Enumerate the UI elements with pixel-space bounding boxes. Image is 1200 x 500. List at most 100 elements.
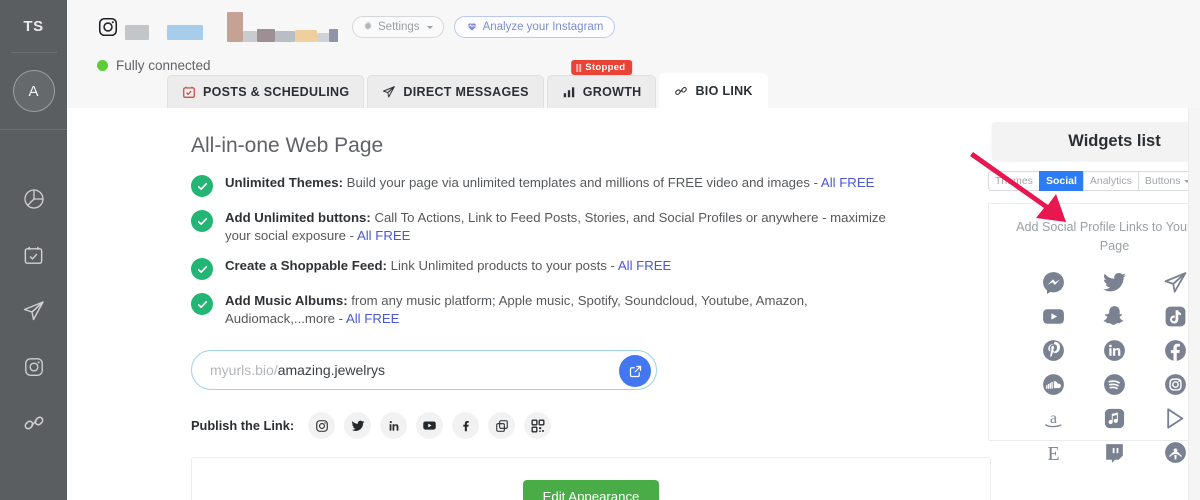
widget-tab-themes[interactable]: Themes bbox=[988, 171, 1039, 191]
all-free-link[interactable]: All FREE bbox=[357, 228, 411, 243]
link-chain-icon bbox=[674, 84, 688, 98]
feature-title: Create a Shoppable Feed: bbox=[225, 258, 387, 273]
apple-music-icon[interactable] bbox=[1102, 406, 1127, 431]
sidebar-divider-2 bbox=[0, 129, 67, 130]
social-icon-grid: a E bbox=[999, 270, 1200, 465]
tab-label: DIRECT MESSAGES bbox=[403, 85, 529, 99]
tab-label: BIO LINK bbox=[695, 84, 753, 98]
sidebar-item-bio-link[interactable] bbox=[17, 406, 51, 440]
heart-pulse-icon bbox=[466, 20, 478, 35]
page-right-edge bbox=[1188, 108, 1200, 500]
tab-label: GROWTH bbox=[582, 85, 642, 99]
check-circle-icon bbox=[191, 293, 213, 315]
feature-title: Add Unlimited buttons: bbox=[225, 210, 371, 225]
page-title: All-in-one Web Page bbox=[191, 134, 384, 157]
podcast-icon[interactable] bbox=[1163, 440, 1188, 465]
feature-text: Unlimited Themes: Build your page via un… bbox=[225, 174, 874, 192]
spotify-icon[interactable] bbox=[1102, 372, 1127, 397]
check-circle-icon bbox=[191, 175, 213, 197]
left-sidebar: TS A bbox=[0, 0, 67, 500]
badge-label: Stopped bbox=[585, 62, 626, 73]
publish-twitter-icon[interactable] bbox=[344, 412, 372, 439]
check-circle-icon bbox=[191, 210, 213, 232]
check-circle-icon bbox=[191, 258, 213, 280]
tab-posts-and-scheduling[interactable]: POSTS & SCHEDULING bbox=[167, 75, 365, 108]
edit-appearance-button[interactable]: Edit Appearance bbox=[522, 480, 660, 500]
main-area: Settings Analyze your Instagram Fully co… bbox=[67, 0, 1200, 500]
bio-link-panel: All-in-one Web Page Unlimited Themes: Bu… bbox=[67, 108, 991, 500]
content-card: All-in-one Web Page Unlimited Themes: Bu… bbox=[67, 108, 1200, 500]
avatar[interactable]: A bbox=[12, 70, 55, 112]
facebook-icon[interactable] bbox=[1163, 338, 1188, 363]
connection-status: Fully connected bbox=[97, 58, 1200, 73]
publish-youtube-icon[interactable] bbox=[416, 412, 444, 439]
redacted-block-group bbox=[227, 12, 338, 42]
youtube-icon[interactable] bbox=[1041, 304, 1066, 329]
tab-growth[interactable]: Stopped GROWTH bbox=[546, 60, 657, 108]
feature-text: Add Unlimited buttons: Call To Actions, … bbox=[225, 209, 902, 245]
svg-text:a: a bbox=[1050, 410, 1057, 427]
bar-chart-icon bbox=[562, 85, 576, 99]
publish-linkedin-icon[interactable] bbox=[380, 412, 408, 439]
widget-tab-analytics[interactable]: Analytics bbox=[1082, 171, 1138, 191]
all-free-link[interactable]: All FREE bbox=[821, 175, 875, 190]
widget-tab-social[interactable]: Social bbox=[1038, 171, 1083, 191]
main-tabs: POSTS & SCHEDULING DIRECT MESSAGES Stopp… bbox=[67, 60, 1200, 108]
open-link-button[interactable] bbox=[619, 355, 651, 387]
publish-qr-code-icon[interactable] bbox=[524, 412, 552, 439]
etsy-icon[interactable]: E bbox=[1041, 440, 1066, 465]
pinterest-icon[interactable] bbox=[1041, 338, 1066, 363]
google-play-icon[interactable] bbox=[1163, 406, 1188, 431]
sidebar-avatar-wrap: A bbox=[0, 53, 67, 129]
feature-body: Link Unlimited products to your posts - bbox=[386, 258, 618, 273]
widget-body: Add Social Profile Links to Your Bio Pag… bbox=[988, 203, 1200, 465]
bio-url-field[interactable]: myurls.bio/amazing.jewelrys bbox=[191, 350, 657, 390]
analyze-instagram-button[interactable]: Analyze your Instagram bbox=[453, 16, 616, 38]
sidebar-item-scheduling[interactable] bbox=[17, 238, 51, 272]
sidebar-brand[interactable]: TS bbox=[0, 0, 67, 52]
feature-row: Create a Shoppable Feed: Link Unlimited … bbox=[191, 257, 902, 280]
all-free-link[interactable]: All FREE bbox=[346, 311, 400, 326]
telegram-icon[interactable] bbox=[1163, 270, 1188, 295]
settings-button[interactable]: Settings bbox=[352, 16, 444, 38]
status-label: Fully connected bbox=[116, 58, 211, 73]
publish-label: Publish the Link: bbox=[191, 418, 295, 433]
twitter-icon[interactable] bbox=[1102, 270, 1127, 295]
publish-facebook-icon[interactable] bbox=[452, 412, 480, 439]
soundcloud-icon[interactable] bbox=[1041, 372, 1066, 397]
app-root: TS A Settings Analyze your Instagram Ful… bbox=[0, 0, 1200, 500]
widget-tab-label: Social bbox=[1045, 175, 1077, 187]
paper-plane-icon bbox=[382, 85, 396, 99]
amazon-icon[interactable]: a bbox=[1041, 406, 1066, 431]
redacted-block-2 bbox=[167, 24, 203, 40]
tiktok-icon[interactable] bbox=[1163, 304, 1188, 329]
publish-row: Publish the Link: bbox=[191, 412, 902, 439]
feature-row: Add Music Albums: from any music platfor… bbox=[191, 292, 902, 328]
status-badge: Stopped bbox=[570, 60, 633, 75]
tab-bio-link[interactable]: BIO LINK bbox=[659, 73, 768, 108]
sidebar-item-analytics[interactable] bbox=[17, 182, 51, 216]
sidebar-item-instagram[interactable] bbox=[17, 350, 51, 384]
instagram-icon[interactable] bbox=[1163, 372, 1188, 397]
feature-title: Add Music Albums: bbox=[225, 293, 348, 308]
sidebar-item-direct-messages[interactable] bbox=[17, 294, 51, 328]
sidebar-nav bbox=[0, 182, 67, 440]
pause-icon bbox=[575, 63, 582, 72]
tab-direct-messages[interactable]: DIRECT MESSAGES bbox=[367, 75, 544, 108]
feature-row: Add Unlimited buttons: Call To Actions, … bbox=[191, 209, 902, 245]
widget-tab-label: Buttons bbox=[1144, 175, 1181, 187]
publish-copy-icon[interactable] bbox=[488, 412, 516, 439]
all-free-link[interactable]: All FREE bbox=[618, 258, 672, 273]
gear-icon bbox=[363, 20, 373, 34]
url-value[interactable]: amazing.jewelrys bbox=[278, 362, 385, 378]
twitch-icon[interactable] bbox=[1102, 440, 1127, 465]
widget-subtitle: Add Social Profile Links to Your Bio Pag… bbox=[1016, 220, 1200, 253]
calendar-check-icon bbox=[182, 85, 196, 99]
messenger-icon[interactable] bbox=[1041, 270, 1066, 295]
chevron-down-icon bbox=[426, 25, 433, 29]
widget-tab-buttons[interactable]: Buttons bbox=[1137, 171, 1196, 191]
snapchat-icon[interactable] bbox=[1102, 304, 1127, 329]
linkedin-icon[interactable] bbox=[1102, 338, 1127, 363]
feature-row: Unlimited Themes: Build your page via un… bbox=[191, 174, 902, 197]
publish-instagram-icon[interactable] bbox=[308, 412, 336, 439]
